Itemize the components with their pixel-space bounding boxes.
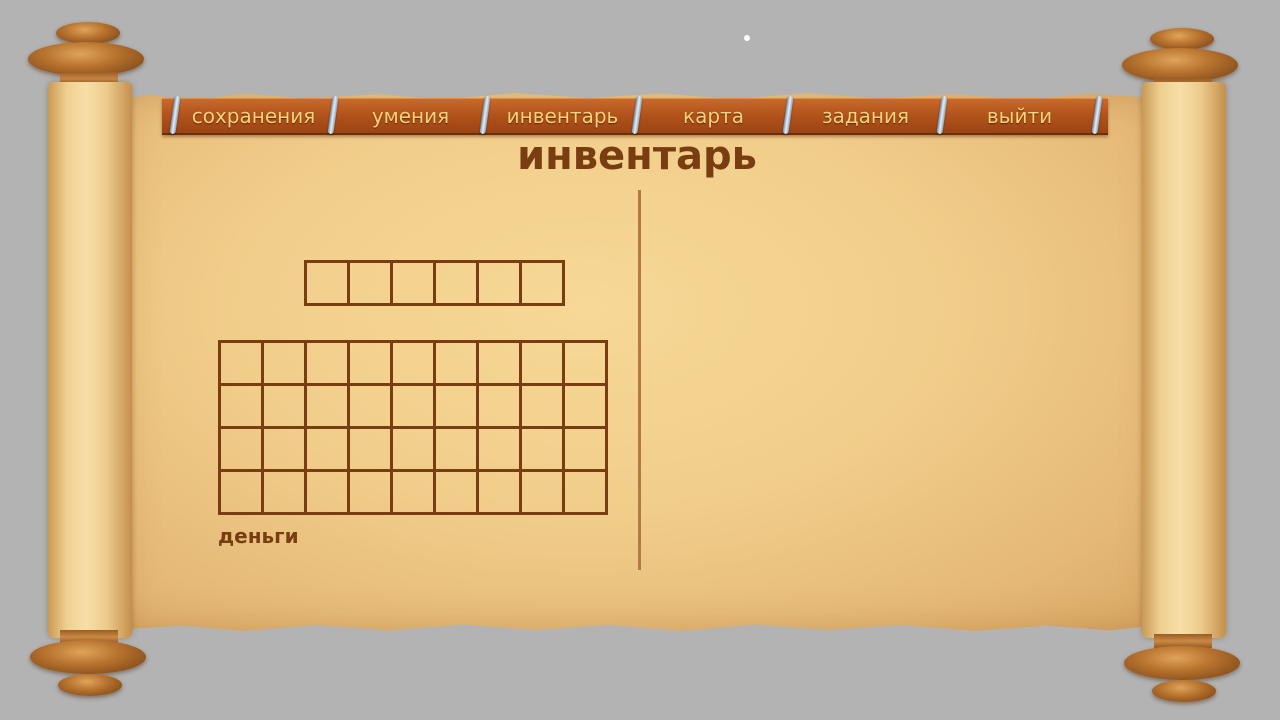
- inventory-slot[interactable]: [393, 472, 436, 515]
- left-top-knob-cap: [56, 22, 120, 44]
- equipment-slot[interactable]: [393, 263, 436, 306]
- inventory-slot[interactable]: [565, 343, 608, 386]
- inventory-slot[interactable]: [565, 429, 608, 472]
- inventory-slots: [218, 340, 608, 515]
- equipment-slot[interactable]: [479, 263, 522, 306]
- inventory-slot[interactable]: [436, 472, 479, 515]
- inventory-slot[interactable]: [479, 343, 522, 386]
- equipment-slot[interactable]: [350, 263, 393, 306]
- inventory-slot[interactable]: [264, 386, 307, 429]
- right-top-knob: [1122, 48, 1238, 82]
- inventory-slot[interactable]: [307, 472, 350, 515]
- inventory-slot[interactable]: [350, 386, 393, 429]
- inventory-slot[interactable]: [393, 386, 436, 429]
- inventory-slot[interactable]: [436, 386, 479, 429]
- equipment-slot[interactable]: [307, 263, 350, 306]
- equipment-slot[interactable]: [522, 263, 565, 306]
- left-top-knob: [28, 42, 144, 76]
- inventory-slot[interactable]: [264, 472, 307, 515]
- inventory-slot[interactable]: [522, 429, 565, 472]
- equipment-slots: [304, 260, 565, 306]
- inventory-slot[interactable]: [565, 386, 608, 429]
- left-bottom-knob: [30, 640, 146, 674]
- money-label: деньги: [218, 524, 299, 548]
- inventory-slot[interactable]: [350, 429, 393, 472]
- left-bottom-knob-cap: [58, 674, 122, 696]
- inventory-slot[interactable]: [350, 472, 393, 515]
- inventory-slot[interactable]: [350, 343, 393, 386]
- right-bottom-knob-cap: [1152, 680, 1216, 702]
- right-bottom-knob: [1124, 646, 1240, 680]
- menu-skills-button[interactable]: умения: [334, 99, 487, 133]
- cursor-dot: [744, 35, 750, 41]
- inventory-slot[interactable]: [264, 343, 307, 386]
- menu-inventory-button[interactable]: инвентарь: [486, 99, 639, 133]
- inventory-slot[interactable]: [479, 472, 522, 515]
- equipment-slot[interactable]: [436, 263, 479, 306]
- inventory-slot[interactable]: [221, 343, 264, 386]
- inventory-slot[interactable]: [264, 429, 307, 472]
- inventory-slot[interactable]: [522, 386, 565, 429]
- inventory-slot[interactable]: [221, 386, 264, 429]
- game-screen: сохранения умения инвентарь карта задани…: [0, 0, 1280, 720]
- inventory-slot[interactable]: [522, 343, 565, 386]
- inventory-slot[interactable]: [436, 429, 479, 472]
- inventory-slot[interactable]: [307, 343, 350, 386]
- panel-divider: [638, 190, 641, 570]
- inventory-slot[interactable]: [307, 386, 350, 429]
- inventory-slot[interactable]: [479, 386, 522, 429]
- inventory-slot[interactable]: [221, 472, 264, 515]
- right-roll: [1142, 82, 1226, 638]
- inventory-slot[interactable]: [307, 429, 350, 472]
- right-top-knob-cap: [1150, 28, 1214, 50]
- inventory-slot[interactable]: [393, 343, 436, 386]
- left-roll: [48, 82, 132, 638]
- menu-exit-button[interactable]: выйти: [943, 99, 1096, 133]
- menu-quests-button[interactable]: задания: [789, 99, 942, 133]
- menu-saves-button[interactable]: сохранения: [177, 99, 330, 133]
- inventory-slot[interactable]: [479, 429, 522, 472]
- inventory-slot[interactable]: [436, 343, 479, 386]
- inventory-slot[interactable]: [393, 429, 436, 472]
- menu-map-button[interactable]: карта: [637, 99, 790, 133]
- inventory-slot[interactable]: [221, 429, 264, 472]
- inventory-slot[interactable]: [565, 472, 608, 515]
- page-title: инвентарь: [517, 133, 757, 179]
- inventory-slot[interactable]: [522, 472, 565, 515]
